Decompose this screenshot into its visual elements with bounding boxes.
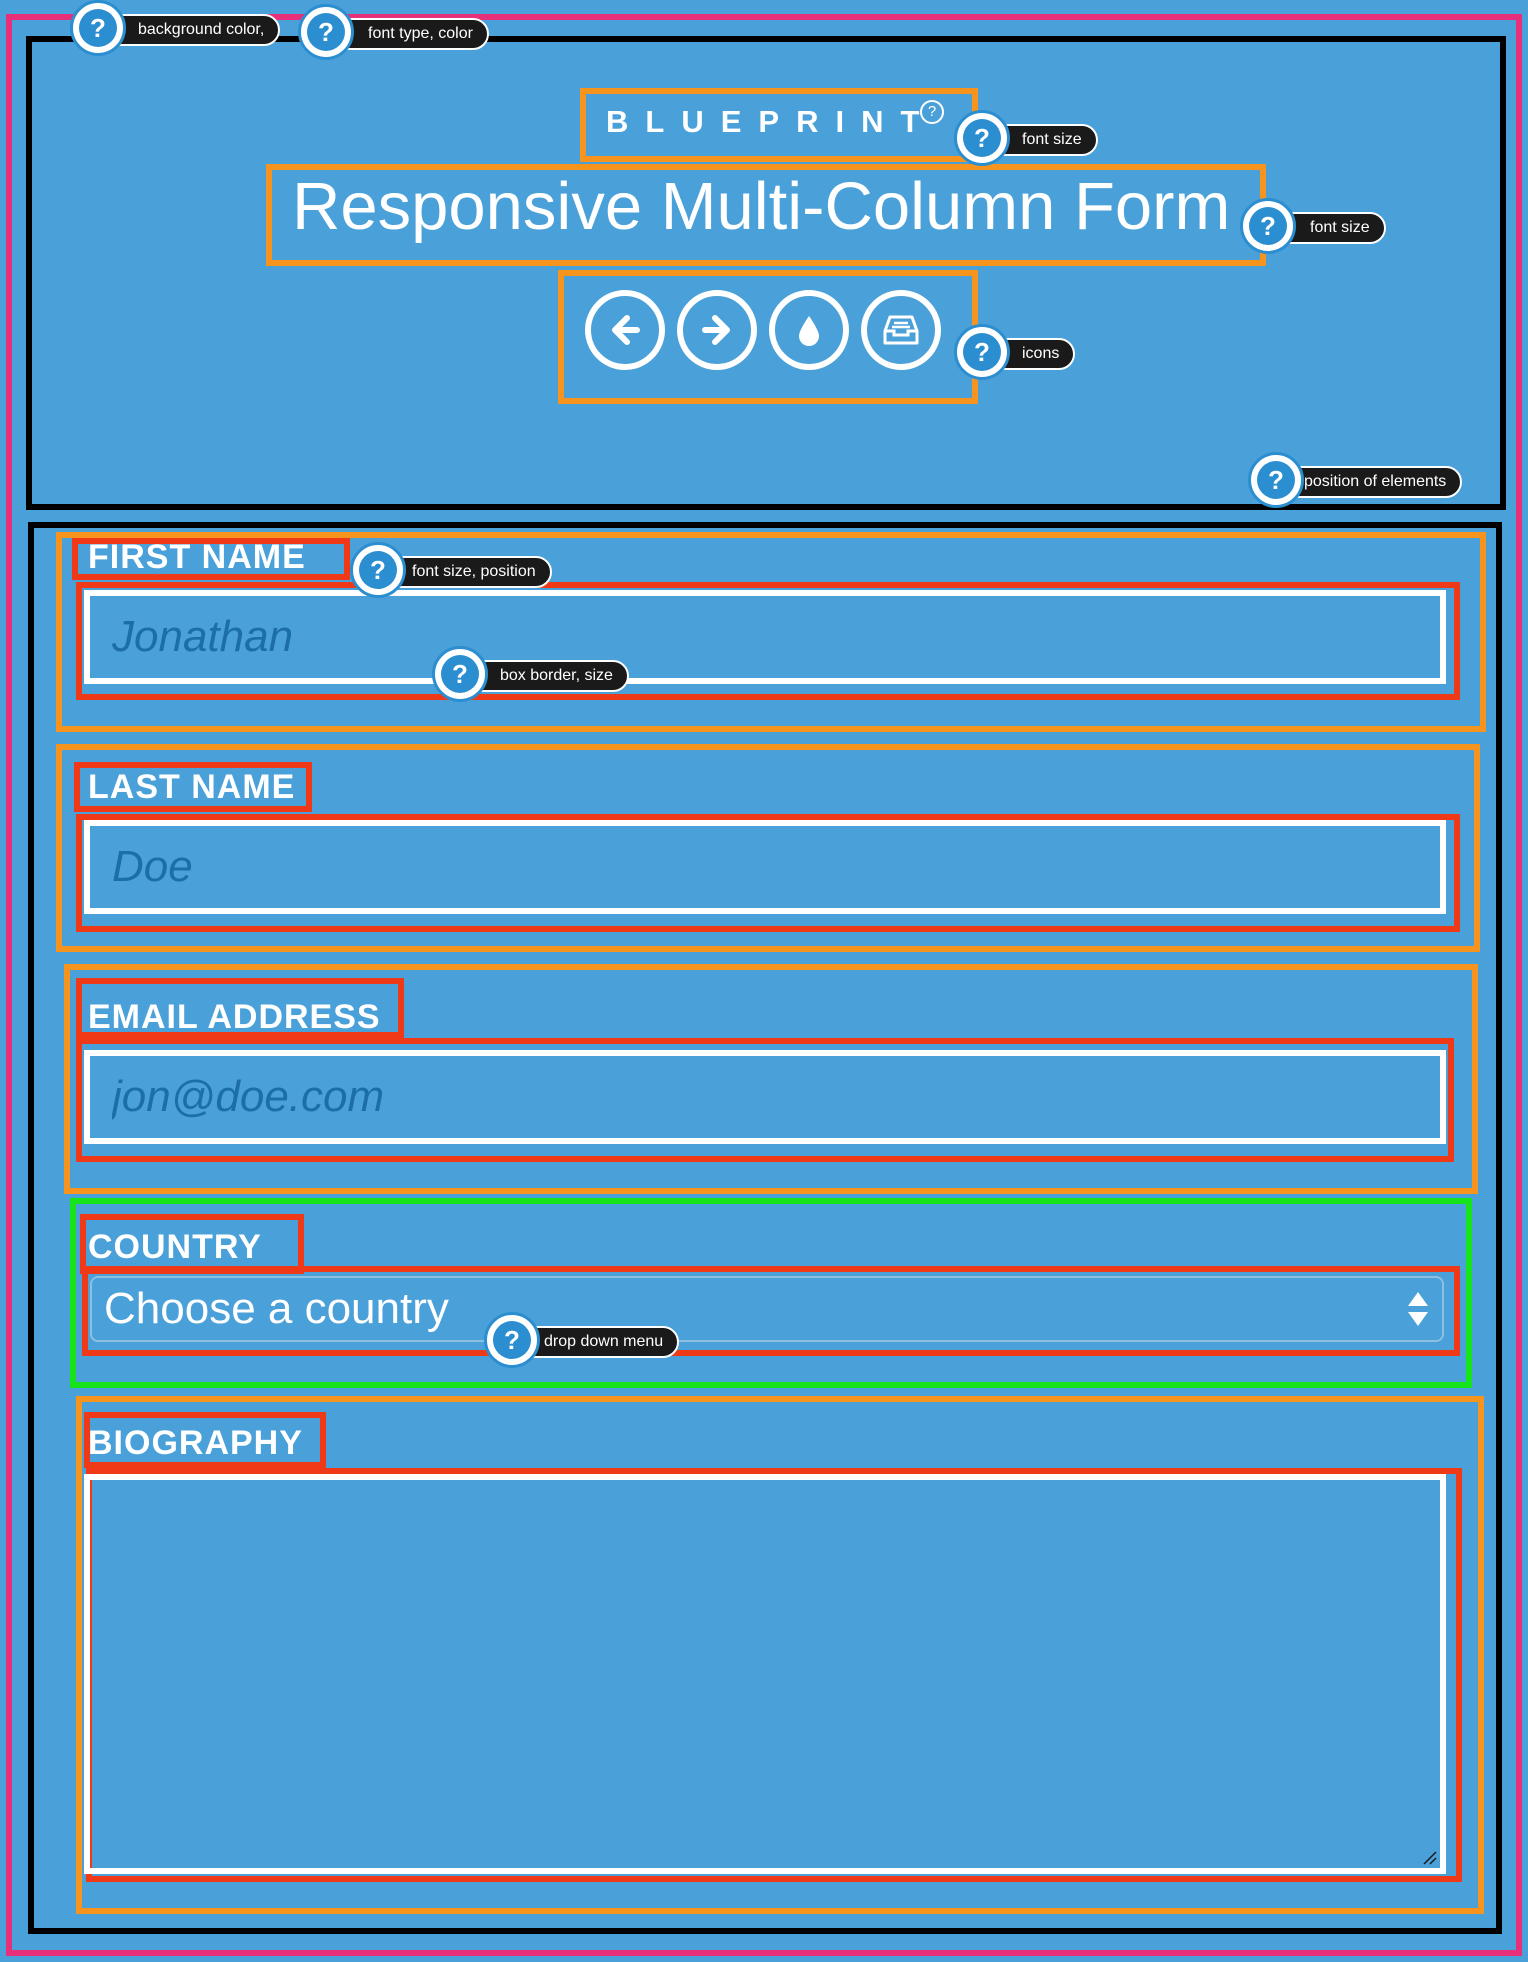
biography-textarea[interactable]	[84, 1474, 1446, 1874]
droplet-icon	[799, 316, 819, 346]
inbox-button[interactable]	[861, 290, 941, 370]
question-icon: ?	[79, 9, 117, 47]
help-icon-position[interactable]: ?	[1248, 452, 1304, 508]
help-icon-brand-font-size[interactable]: ?	[954, 110, 1010, 166]
resize-handle-icon[interactable]	[1420, 1848, 1438, 1866]
select-arrows-icon	[1408, 1292, 1428, 1326]
arrow-right-icon	[702, 315, 730, 345]
help-icon-font-type[interactable]: ?	[298, 4, 354, 60]
help-icon-first-label[interactable]: ?	[350, 542, 406, 598]
help-icon-dropdown[interactable]: ?	[484, 1312, 540, 1368]
question-icon: ?	[963, 119, 1001, 157]
last-name-label: LAST NAME	[88, 768, 296, 806]
country-select[interactable]: Choose a country	[90, 1276, 1444, 1342]
help-icon-box-border[interactable]: ?	[432, 646, 488, 702]
inbox-icon	[883, 315, 919, 345]
page-title: Responsive Multi-Column Form	[292, 169, 1231, 244]
brand-logo[interactable]: BLUEPRINT	[606, 104, 936, 140]
last-name-input[interactable]	[84, 820, 1446, 914]
first-name-input[interactable]	[84, 590, 1446, 684]
help-icon-icons[interactable]: ?	[954, 324, 1010, 380]
biography-label: BIOGRAPHY	[88, 1424, 303, 1462]
country-label: COUNTRY	[88, 1228, 262, 1266]
arrow-left-icon	[612, 315, 640, 345]
back-button[interactable]	[585, 290, 665, 370]
question-icon: ?	[1249, 207, 1287, 245]
question-icon: ?	[1257, 461, 1295, 499]
question-icon: ?	[441, 655, 479, 693]
help-icon-background[interactable]: ?	[70, 0, 126, 56]
question-icon: ?	[307, 13, 345, 51]
forward-button[interactable]	[677, 290, 757, 370]
email-label: EMAIL ADDRESS	[88, 998, 381, 1036]
question-icon: ?	[493, 1321, 531, 1359]
help-tag-background: background color,	[100, 14, 281, 46]
first-name-label: FIRST NAME	[88, 538, 306, 576]
question-icon: ?	[963, 333, 1001, 371]
brand-help-mark: ?	[920, 100, 944, 124]
country-select-value: Choose a country	[104, 1284, 449, 1333]
color-button[interactable]	[769, 290, 849, 370]
email-input[interactable]	[84, 1050, 1446, 1144]
question-icon: ?	[359, 551, 397, 589]
help-icon-title-font-size[interactable]: ?	[1240, 198, 1296, 254]
